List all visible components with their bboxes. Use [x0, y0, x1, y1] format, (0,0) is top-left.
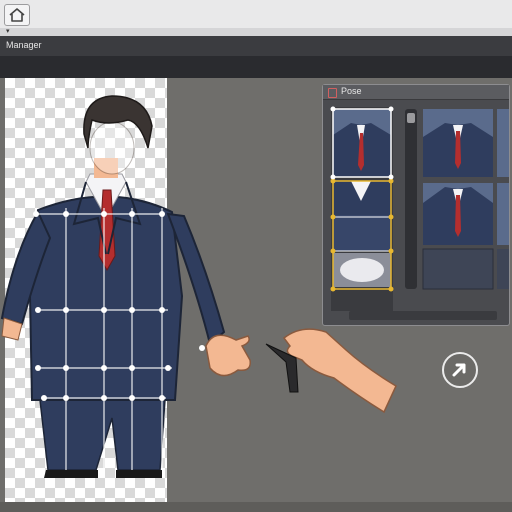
trousers [39, 399, 166, 471]
frame-thumb-3[interactable] [333, 253, 391, 287]
grid-thumb-3[interactable] [423, 183, 493, 245]
horizontal-scrollbar[interactable] [349, 311, 497, 320]
face-cutout [89, 121, 135, 175]
right-hand [205, 334, 251, 377]
grid-empty-slot-1[interactable] [422, 248, 494, 290]
app-title: Manager [6, 40, 42, 50]
frame-thumb-2[interactable] [333, 181, 391, 251]
title-bar [0, 0, 512, 29]
grid-thumb-2[interactable] [497, 109, 509, 177]
tab-dropdown-icon[interactable]: ▾ [6, 28, 10, 36]
frame-list-scrollbar[interactable] [405, 109, 417, 289]
shoes [44, 470, 162, 478]
frame-thumb-1[interactable] [333, 109, 391, 177]
arrow-next-icon [452, 363, 466, 377]
pose-window[interactable]: Pose [322, 84, 510, 326]
home-icon [9, 8, 25, 22]
grid-empty-slot-2[interactable] [497, 249, 509, 289]
menu-bar [0, 36, 512, 57]
home-button[interactable] [4, 4, 30, 26]
next-button[interactable] [442, 352, 478, 388]
stylus-hand-skin [282, 328, 397, 414]
grid-thumb-4[interactable] [497, 183, 509, 245]
character-figure[interactable] [0, 78, 280, 512]
scrollbar-thumb[interactable] [407, 113, 415, 123]
toolbar [0, 56, 512, 78]
grid-thumb-1[interactable] [423, 109, 493, 177]
stylus-hand [265, 328, 397, 414]
tab-bar [0, 28, 512, 36]
